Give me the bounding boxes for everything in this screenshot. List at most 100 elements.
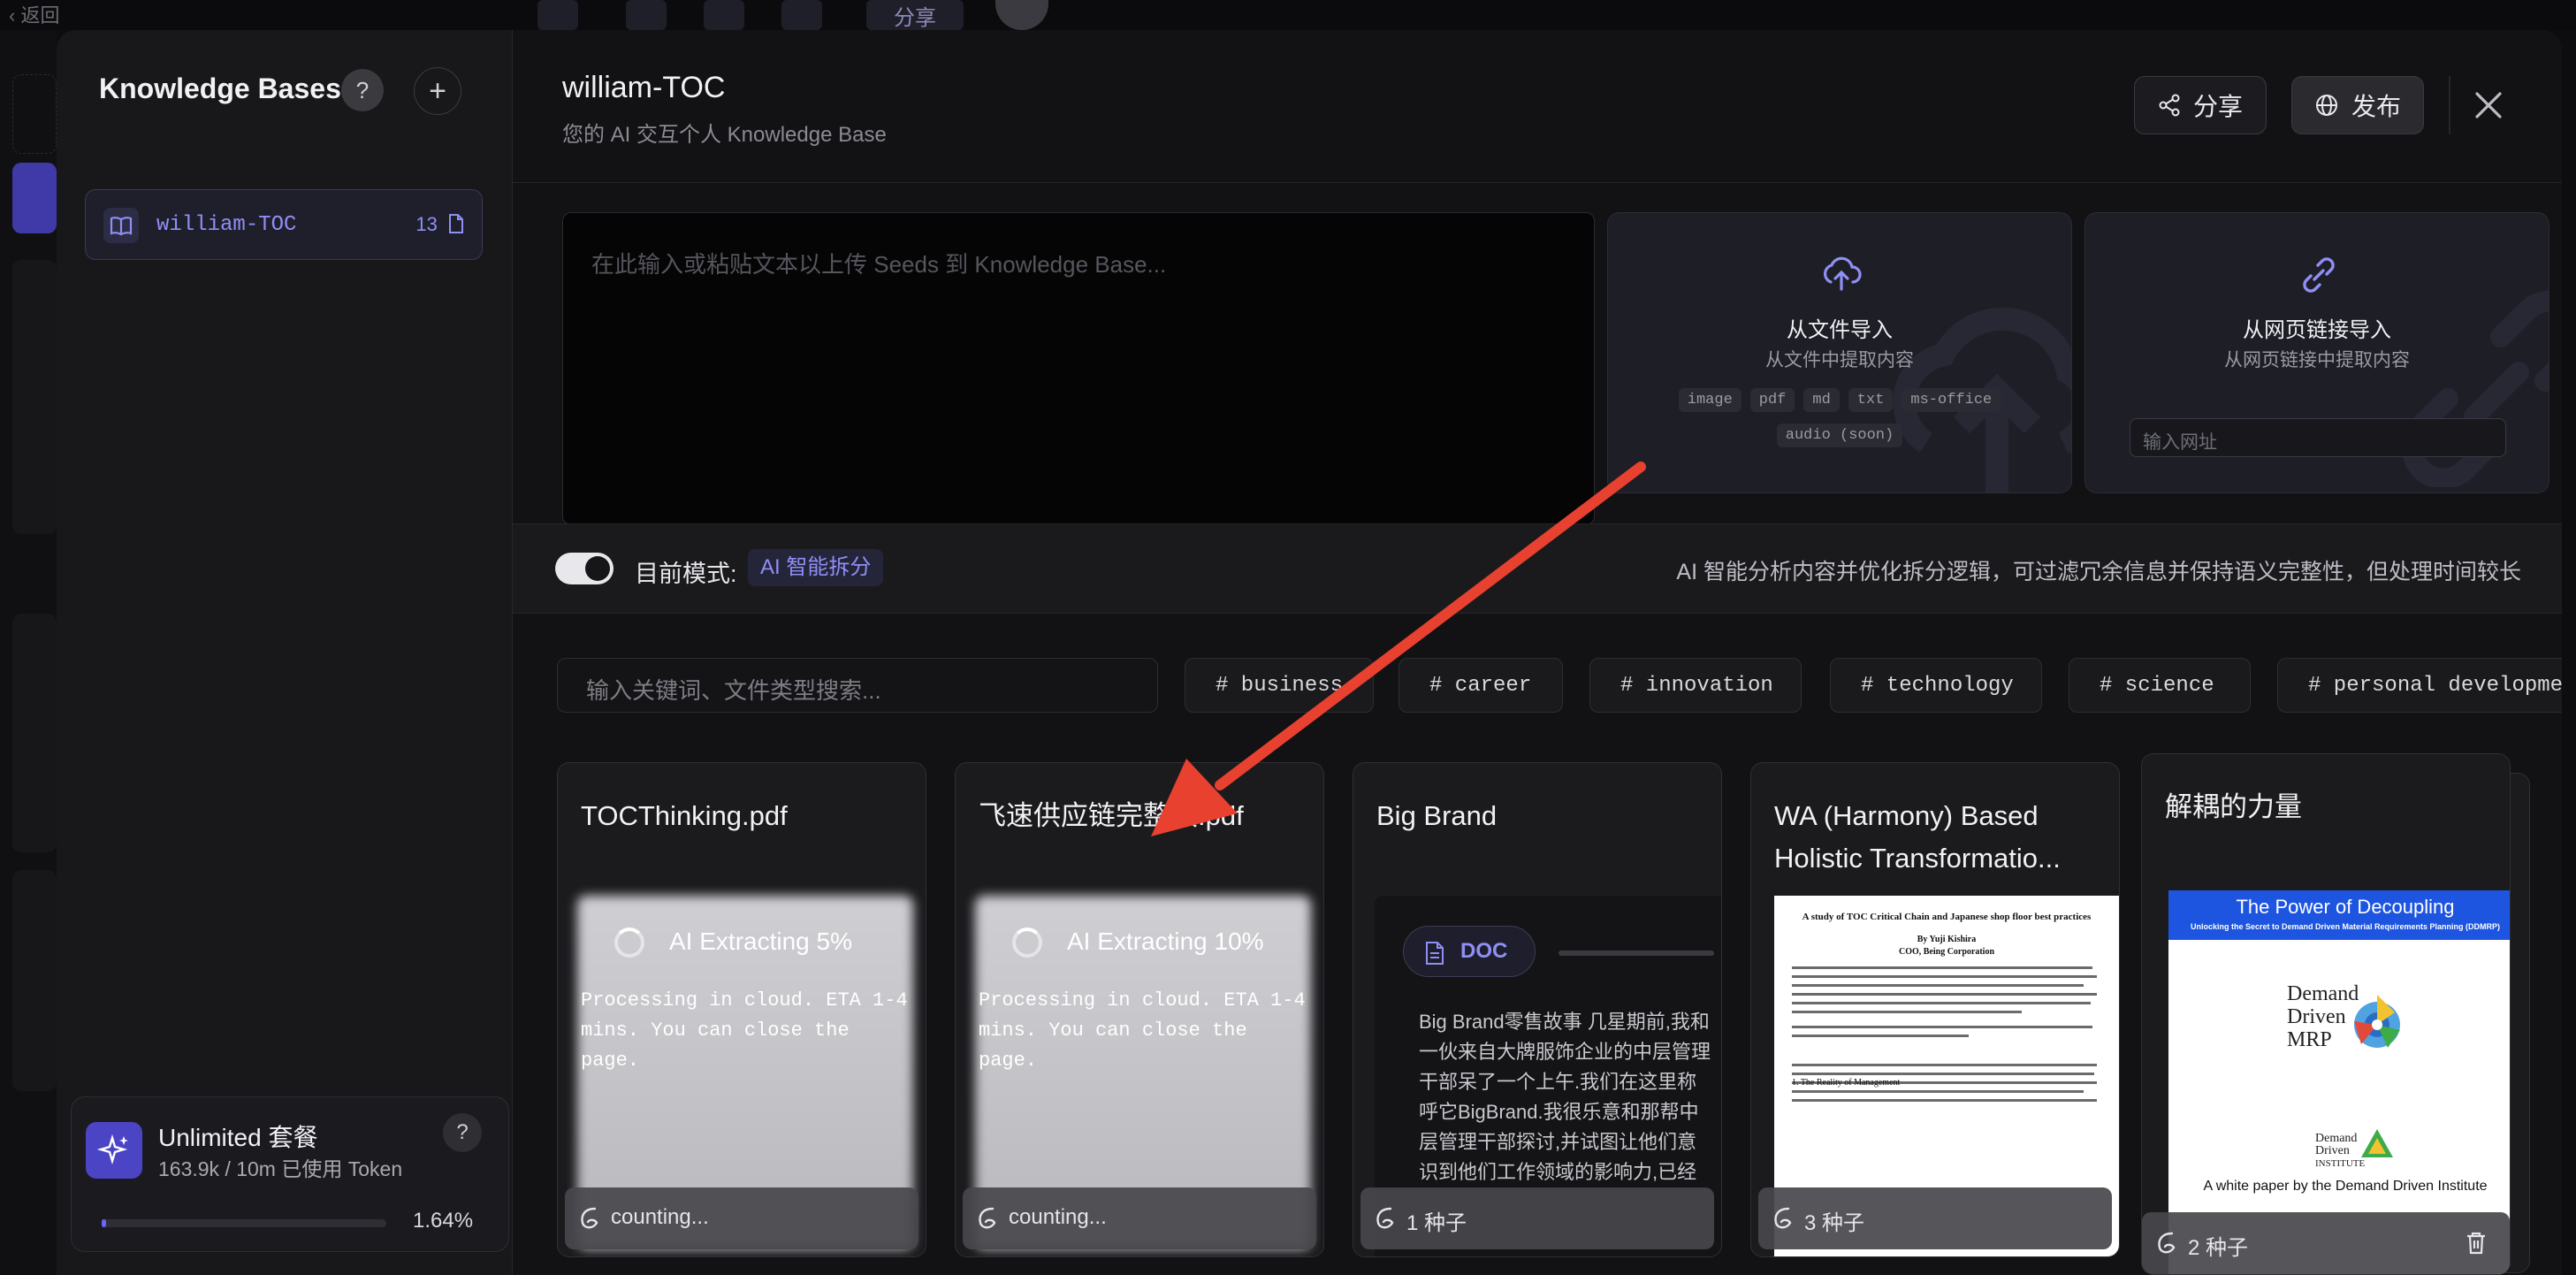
extract-status: AI Extracting 5% <box>669 928 852 955</box>
file-type-tag: image <box>1678 388 1741 412</box>
seed-card[interactable]: WA (Harmony) Based Holistic Transformati… <box>1750 762 2120 1257</box>
page-title: william-TOC <box>562 71 726 104</box>
usage-progress-fill <box>102 1219 107 1227</box>
seed-search-input[interactable]: 输入关键词、文件类型搜索... <box>557 658 1158 713</box>
background-share-button[interactable]: 分享 <box>866 0 964 30</box>
plan-help-icon[interactable]: ? <box>443 1113 482 1152</box>
institute-logo-icon <box>2361 1129 2393 1157</box>
card-footer: 1 种子 <box>1360 1187 1714 1249</box>
url-input[interactable]: 输入网址 <box>2130 418 2506 457</box>
share-button[interactable]: 分享 <box>2134 76 2267 134</box>
tag-business[interactable]: # business <box>1185 658 1374 713</box>
search-icon[interactable] <box>781 0 822 30</box>
sidebar-toggle-icon[interactable] <box>537 0 578 30</box>
file-import-subtitle: 从文件中提取内容 <box>1765 350 1914 370</box>
plan-card: Unlimited 套餐 163.9k / 10m 已使用 Token ? 1.… <box>71 1096 509 1252</box>
file-icon <box>449 214 463 233</box>
card-title: 解耦的力量 <box>2165 791 2302 822</box>
help-icon[interactable]: ? <box>341 69 384 111</box>
seed-card[interactable]: TOCThinking.pdf AI Extracting 5% Process… <box>557 762 926 1257</box>
avatar[interactable] <box>995 0 1048 30</box>
ddmrp-logo-icon <box>2354 995 2400 1048</box>
file-import-title: 从文件导入 <box>1787 318 1893 342</box>
sparkles-icon <box>86 1122 142 1179</box>
sidebar-title: Knowledge Bases <box>99 73 341 104</box>
institute-logo-text: Demand Driven INSTITUTE <box>2315 1132 2366 1170</box>
tag-innovation[interactable]: # innovation <box>1589 658 1802 713</box>
add-kb-button[interactable]: + <box>414 67 461 115</box>
card-footer: counting... <box>565 1187 918 1249</box>
back-link[interactable]: ‹ 返回 <box>9 0 59 28</box>
image-icon[interactable] <box>704 0 744 30</box>
file-type-tag: md <box>1803 388 1840 412</box>
kb-seed-count: 13 <box>415 213 464 236</box>
kb-main: william-TOC 您的 AI 交互个人 Knowledge Base 分享… <box>513 30 2562 1275</box>
cover-title: The Power of Decoupling <box>2236 896 2455 918</box>
page-subtitle: 您的 AI 交互个人 Knowledge Base <box>562 123 887 147</box>
trash-icon[interactable] <box>2465 1232 2487 1255</box>
seed-card[interactable]: Big Brand DOC Big Brand零售故事 几星期前,我和一伙来自大… <box>1353 762 1722 1257</box>
mode-badge: AI 智能拆分 <box>748 549 884 586</box>
seed-count: counting... <box>1009 1205 1107 1229</box>
seed-text-placeholder: 在此输入或粘贴文本以上传 Seeds 到 Knowledge Base... <box>591 251 1167 278</box>
seed-card[interactable]: 解耦的力量 The Power of Decoupling Unlocking … <box>2141 753 2511 1275</box>
globe-icon <box>2315 95 2337 116</box>
kb-name: william-TOC <box>156 213 297 237</box>
seed-count: counting... <box>611 1205 709 1229</box>
seed-count: 2 种子 <box>2188 1236 2249 1260</box>
mode-bar: 目前模式: AI 智能拆分 AI 智能分析内容并优化拆分逻辑，可过滤冗余信息并保… <box>513 523 2562 614</box>
kb-sidebar: Knowledge Bases ? + william-TOC 13 Unlim… <box>57 30 513 1275</box>
document-icon <box>1426 942 1444 965</box>
file-type-tag: audio (soon) <box>1776 424 1903 447</box>
seed-icon <box>1376 1207 1394 1229</box>
card-footer: counting... <box>963 1187 1316 1249</box>
usage-percent: 1.64% <box>413 1209 474 1233</box>
header-divider <box>2449 76 2450 134</box>
seed-text-input[interactable]: 在此输入或粘贴文本以上传 Seeds 到 Knowledge Base... <box>562 212 1595 525</box>
book-icon <box>103 208 139 243</box>
url-import-card: 从网页链接导入 从网页链接中提取内容 输入网址 <box>2084 212 2549 493</box>
cloud-watermark-icon <box>1893 307 2071 492</box>
tag-career[interactable]: # career <box>1399 658 1563 713</box>
cloud-upload-icon <box>1823 256 1862 291</box>
mode-description: AI 智能分析内容并优化拆分逻辑，可过滤冗余信息并保持语义完整性，但处理时间较长 <box>1676 560 2521 584</box>
seed-icon <box>1774 1207 1792 1229</box>
sidebar-item-william-toc[interactable]: william-TOC 13 <box>85 189 483 260</box>
seed-icon <box>979 1207 996 1229</box>
url-import-title: 从网页链接导入 <box>2243 318 2391 342</box>
card-footer: 3 种子 <box>1758 1187 2112 1249</box>
chevron-left-icon: ‹ <box>9 4 16 27</box>
token-usage: 163.9k / 10m 已使用 Token <box>158 1157 403 1180</box>
card-title: TOCThinking.pdf <box>581 800 788 831</box>
card-excerpt: Big Brand零售故事 几星期前,我和一伙来自大牌服饰企业的中层管理干部呆了… <box>1419 1011 1711 1183</box>
processing-note: Processing in cloud. ETA 1-4 mins. You c… <box>979 989 1306 1072</box>
doc-badge: DOC <box>1403 926 1536 977</box>
tag-personal-development[interactable]: # personal development <box>2277 658 2562 713</box>
file-type-tag: pdf <box>1749 388 1795 412</box>
processing-note: Processing in cloud. ETA 1-4 mins. You c… <box>581 989 908 1072</box>
card-title: Big Brand <box>1376 800 1498 831</box>
file-type-tags: image pdf md txt ms-office <box>1608 388 2071 412</box>
share-icon <box>2159 94 2180 117</box>
mode-label: 目前模式: <box>635 561 737 587</box>
ai-mode-toggle[interactable] <box>555 553 614 584</box>
link-icon <box>2303 257 2335 293</box>
seed-count: 3 种子 <box>1804 1211 1865 1235</box>
card-title: WA (Harmony) Based Holistic Transformati… <box>1774 800 2061 874</box>
seed-icon <box>581 1207 598 1229</box>
seed-icon <box>2158 1232 2176 1254</box>
background-app-bar: ‹ 返回 分享 <box>0 0 2576 30</box>
extract-status: AI Extracting 10% <box>1067 928 1264 955</box>
tag-technology[interactable]: # technology <box>1830 658 2042 713</box>
card-title: 飞速供应链完整版.pdf <box>979 800 1244 831</box>
knowledge-base-modal: Knowledge Bases ? + william-TOC 13 Unlim… <box>57 30 2562 1275</box>
loading-spinner-icon <box>614 928 644 958</box>
tag-science[interactable]: # science <box>2069 658 2251 713</box>
usage-progress-track <box>102 1219 386 1227</box>
close-icon[interactable] <box>2468 85 2509 126</box>
file-import-card[interactable]: 从文件导入 从文件中提取内容 image pdf md txt ms-offic… <box>1607 212 2072 493</box>
card-footer: 2 种子 <box>2142 1212 2510 1274</box>
publish-button[interactable]: 发布 <box>2291 76 2424 134</box>
seed-card[interactable]: 飞速供应链完整版.pdf AI Extracting 10% Processin… <box>955 762 1324 1257</box>
panel-icon[interactable] <box>626 0 667 30</box>
